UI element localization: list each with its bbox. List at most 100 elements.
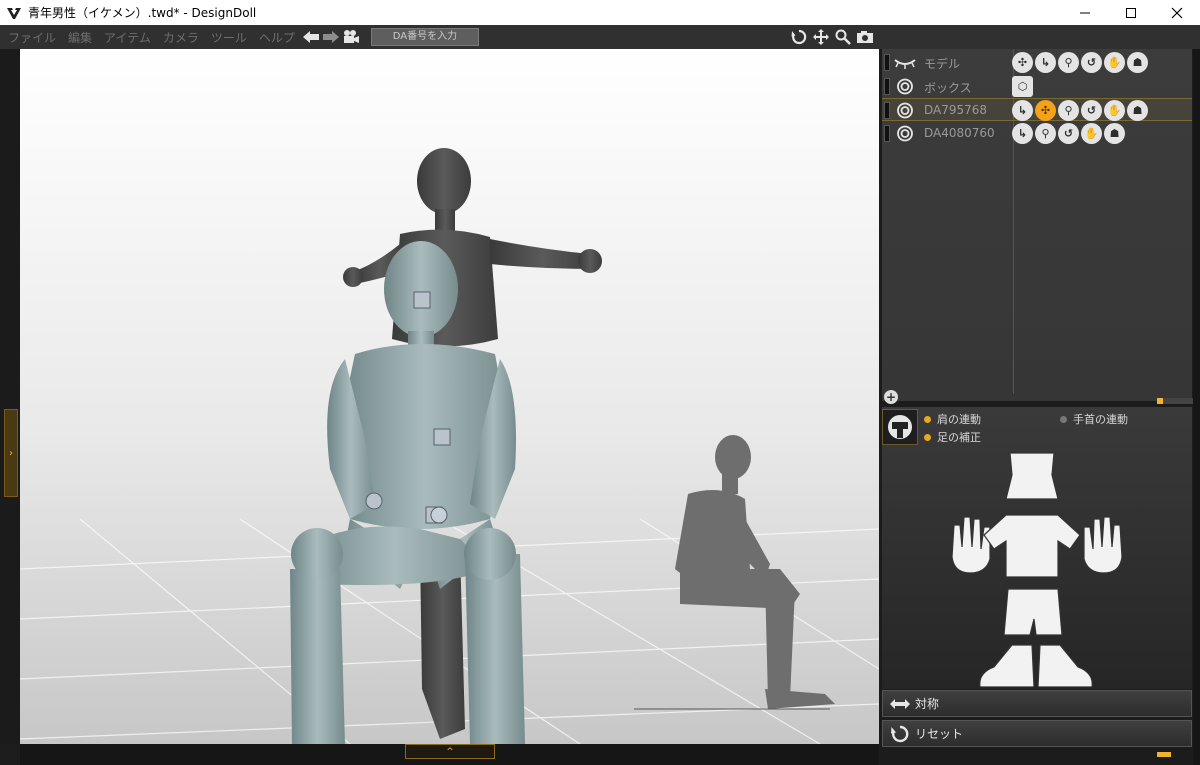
hand-icon[interactable]: ✋ xyxy=(1104,100,1125,121)
head-part[interactable] xyxy=(1005,452,1059,500)
scene-object-list: モデル ✣ ↳ ⚲ ↺ ✋ ☗ ボックス ⬡ DA795768 ↳ ✣ ⚲ ↺ … xyxy=(882,49,1193,404)
option-label: 足の補正 xyxy=(937,431,981,444)
eye-closed-icon[interactable] xyxy=(894,54,916,71)
arrow-left-icon xyxy=(302,31,319,43)
view-zoom-button[interactable] xyxy=(834,28,852,46)
left-hand-part[interactable] xyxy=(951,516,991,574)
scene-list-scroll-indicator[interactable] xyxy=(1157,398,1193,404)
scene-row-label: DA4080760 xyxy=(924,126,995,140)
video-camera-icon xyxy=(343,30,359,43)
menu-file[interactable]: ファイル xyxy=(0,29,62,46)
redo-button[interactable] xyxy=(322,29,340,45)
menu-tools[interactable]: ツール xyxy=(205,29,253,46)
body-part-panel: 肩の連動 手首の連動 足の補正 xyxy=(882,407,1192,689)
menu-edit[interactable]: 編集 xyxy=(62,29,98,46)
menu-camera[interactable]: カメラ xyxy=(157,29,205,46)
right-panel: モデル ✣ ↳ ⚲ ↺ ✋ ☗ ボックス ⬡ DA795768 ↳ ✣ ⚲ ↺ … xyxy=(879,49,1200,765)
hand-control-handle-left[interactable] xyxy=(365,492,383,510)
scene-row-da795768[interactable]: DA795768 ↳ ✣ ⚲ ↺ ✋ ☗ xyxy=(882,98,1192,121)
reset-button[interactable]: リセット xyxy=(882,720,1192,747)
ik-icon[interactable]: ↳ xyxy=(1012,123,1033,144)
body-part-diagram xyxy=(951,452,1123,687)
arrow-right-icon xyxy=(322,31,339,43)
zoom-icon[interactable]: ⚲ xyxy=(1035,123,1056,144)
option-label: 肩の連動 xyxy=(937,413,981,426)
option-shoulder-link[interactable]: 肩の連動 xyxy=(924,411,981,427)
3d-viewport[interactable] xyxy=(20,49,879,744)
chevron-right-icon: › xyxy=(9,447,13,459)
zoom-icon xyxy=(835,29,851,45)
rotate-icon[interactable]: ↺ xyxy=(1081,52,1102,73)
option-wrist-link[interactable]: 手首の連動 xyxy=(1060,411,1128,427)
chevron-up-icon: ^ xyxy=(446,746,454,757)
reset-icon xyxy=(889,725,911,742)
foot-icon[interactable]: ☗ xyxy=(1127,52,1148,73)
view-move-button[interactable] xyxy=(812,28,830,46)
maximize-icon xyxy=(1126,7,1136,18)
eye-open-icon[interactable] xyxy=(894,125,916,142)
rotate-icon[interactable]: ↺ xyxy=(1058,123,1079,144)
left-panel-toggle[interactable]: › xyxy=(4,409,18,497)
scene-row-da4080760[interactable]: DA4080760 ↳ ⚲ ↺ ✋ ☗ xyxy=(882,122,1192,145)
scene-row-box[interactable]: ボックス ⬡ xyxy=(882,75,1192,98)
box-icon[interactable]: ⬡ xyxy=(1012,76,1033,97)
scene-row-model[interactable]: モデル ✣ ↳ ⚲ ↺ ✋ ☗ xyxy=(882,51,1192,74)
menu-item[interactable]: アイテム xyxy=(98,29,157,46)
maximize-button[interactable] xyxy=(1108,0,1154,25)
row-expand-tab[interactable] xyxy=(884,102,890,119)
model-rotate-icon[interactable]: ✣ xyxy=(1012,52,1033,73)
head-control-handle[interactable] xyxy=(413,291,431,309)
eye-open-icon[interactable] xyxy=(894,78,916,95)
close-button[interactable] xyxy=(1154,0,1200,25)
foot-icon[interactable]: ☗ xyxy=(1104,123,1125,144)
ik-icon[interactable]: ↳ xyxy=(1012,100,1033,121)
row-expand-tab[interactable] xyxy=(884,125,890,142)
app-logo-icon xyxy=(7,7,21,19)
right-hand-part[interactable] xyxy=(1083,516,1123,574)
scene-row-label: モデル xyxy=(924,57,961,71)
option-foot-correction[interactable]: 足の補正 xyxy=(924,429,981,445)
radio-off-icon xyxy=(1060,415,1067,423)
bottom-panel-toggle[interactable]: ^ xyxy=(405,744,495,759)
row-expand-tab[interactable] xyxy=(884,54,890,71)
window-title: 青年男性（イケメン）.twd* - DesignDoll xyxy=(28,6,257,20)
pelvis-part[interactable] xyxy=(1003,588,1063,636)
radio-on-icon xyxy=(924,433,931,441)
add-object-icon[interactable]: + xyxy=(884,390,898,404)
row-tool-icons: ↳ ⚲ ↺ ✋ ☗ xyxy=(1012,123,1125,144)
row-expand-tab[interactable] xyxy=(884,78,890,95)
bottom-strip: ^ xyxy=(20,744,879,765)
foot-icon[interactable]: ☗ xyxy=(1127,100,1148,121)
view-rotate-button[interactable] xyxy=(790,28,808,46)
designdoll-window: 青年男性（イケメン）.twd* - DesignDoll ファイル 編集 アイテ… xyxy=(0,0,1200,765)
symmetry-button[interactable]: 対称 xyxy=(882,690,1192,717)
rotate-icon[interactable]: ↺ xyxy=(1081,100,1102,121)
close-icon xyxy=(1171,7,1183,18)
camera-icon xyxy=(857,31,873,43)
screenshot-button[interactable] xyxy=(856,28,874,46)
left-panel-strip: › xyxy=(0,49,20,744)
chest-control-handle[interactable] xyxy=(433,428,451,446)
hand-control-handle-right[interactable] xyxy=(430,506,448,524)
zoom-icon[interactable]: ⚲ xyxy=(1058,52,1079,73)
eye-open-icon[interactable] xyxy=(894,102,916,119)
radio-on-icon xyxy=(924,415,931,423)
ik-icon[interactable]: ↳ xyxy=(1035,52,1056,73)
panel-resize-indicator[interactable] xyxy=(1157,752,1171,757)
zoom-icon[interactable]: ⚲ xyxy=(1058,100,1079,121)
feet-part[interactable] xyxy=(979,644,1093,687)
body-part-icon xyxy=(888,415,912,439)
menu-help[interactable]: ヘルプ xyxy=(253,29,301,46)
hand-icon[interactable]: ✋ xyxy=(1081,123,1102,144)
undo-button[interactable] xyxy=(302,29,320,45)
scene-canvas[interactable] xyxy=(20,49,879,744)
hand-icon[interactable]: ✋ xyxy=(1104,52,1125,73)
body-select-button[interactable] xyxy=(882,409,918,445)
minimize-button[interactable] xyxy=(1062,0,1108,25)
torso-part[interactable] xyxy=(983,514,1081,578)
rotate-icon xyxy=(791,29,807,45)
model-rotate-icon[interactable]: ✣ xyxy=(1035,100,1056,121)
row-tool-icons: ⬡ xyxy=(1012,76,1033,97)
video-camera-button[interactable] xyxy=(342,29,360,45)
da-number-input[interactable]: DA番号を入力 xyxy=(370,28,479,46)
